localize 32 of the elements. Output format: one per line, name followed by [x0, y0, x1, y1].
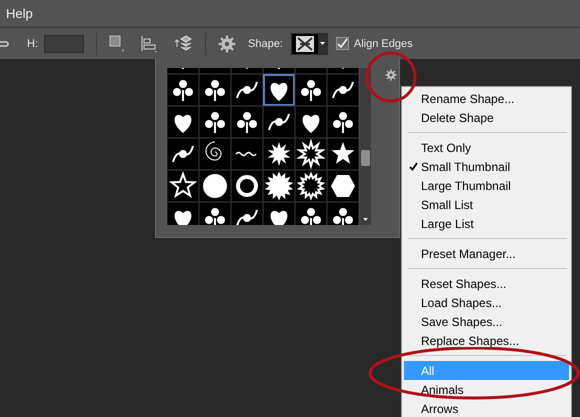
menu-option[interactable]: Animals: [404, 380, 569, 399]
menu-option[interactable]: Save Shapes...: [404, 312, 569, 331]
menu-option[interactable]: Replace Shapes...: [404, 331, 569, 350]
menu-option[interactable]: Large Thumbnail: [404, 176, 569, 195]
settings-icon[interactable]: [385, 69, 397, 81]
menu-option[interactable]: Arrows: [404, 399, 569, 417]
menu-option[interactable]: Large List: [404, 214, 569, 233]
arrange-icon[interactable]: [173, 34, 193, 54]
link-icon[interactable]: [0, 40, 9, 48]
height-label: H:: [27, 38, 38, 50]
shape-thumbnail: [292, 34, 318, 54]
shape-picker-button[interactable]: [290, 32, 328, 54]
shape-thumbnail-grid[interactable]: [167, 68, 360, 225]
menu-option[interactable]: Load Shapes...: [404, 293, 569, 312]
menu-option[interactable]: Delete Shape: [404, 108, 569, 127]
menu-option[interactable]: Text Only: [404, 138, 569, 157]
menu-option[interactable]: Rename Shape...: [404, 89, 569, 108]
height-input[interactable]: [44, 34, 84, 52]
menu-item[interactable]: Help: [4, 6, 35, 21]
path-operations-icon[interactable]: [109, 34, 125, 52]
align-icon[interactable]: [141, 34, 159, 52]
menu-option[interactable]: Small Thumbnail: [404, 157, 569, 176]
shape-label: Shape:: [248, 38, 283, 50]
gear-icon[interactable]: [218, 34, 236, 52]
align-edges-checkbox[interactable]: [336, 37, 349, 50]
menu-option[interactable]: Reset Shapes...: [404, 274, 569, 293]
caret-icon: [320, 42, 325, 45]
scrollbar[interactable]: [360, 68, 371, 225]
highlight-circle: [365, 51, 417, 103]
align-edges-label: Align Edges: [354, 38, 413, 50]
menu-option[interactable]: Preset Manager...: [404, 244, 569, 263]
menu-option[interactable]: Small List: [404, 195, 569, 214]
